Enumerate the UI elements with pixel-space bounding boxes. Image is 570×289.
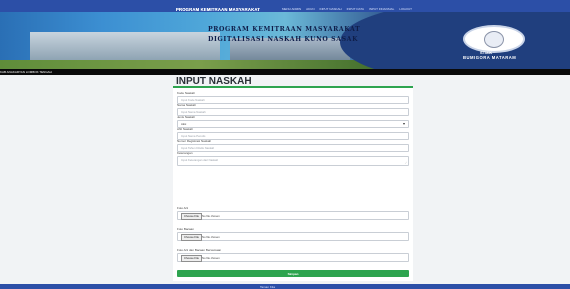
marquee-bar: KAB ANAKARYAN LOMBOK TENGAH bbox=[0, 69, 570, 75]
top-navbar-overlay: PROGRAM KEMITRAAN MASYARAKAT bbox=[0, 0, 570, 12]
foto-arti-file-status: No file chosen bbox=[202, 213, 220, 218]
foto-bacaan-file-input: Choose File No file chosen bbox=[177, 232, 409, 241]
foto-gabungan-file-input: Choose File No file chosen bbox=[177, 253, 409, 262]
simpan-button-label: Simpan bbox=[287, 271, 299, 276]
foto-bacaan-group: Foto Bacaan Choose File No file chosen bbox=[177, 227, 409, 241]
banner-title-line1: PROGRAM KEMITRAAN MASYARAKAT bbox=[208, 26, 361, 33]
kode-naskah-label: Kode Naskah bbox=[177, 91, 196, 95]
keterangan-label: Keterangan bbox=[177, 151, 193, 155]
simpan-button[interactable]: Simpan bbox=[177, 270, 409, 277]
keterangan-placeholder: Input Keterangan dari Naskah bbox=[181, 158, 219, 162]
foto-gabungan-file-status: No file chosen bbox=[202, 255, 220, 260]
nomor-registrasi-placeholder: Input Tahun Ditulis Naskah bbox=[181, 146, 215, 150]
chevron-down-icon: ▾ bbox=[402, 121, 405, 126]
building-image bbox=[30, 32, 220, 62]
jenis-naskah-label: Jenis Naskah bbox=[177, 115, 196, 119]
foto-gabungan-choose-file-button[interactable]: Choose File bbox=[181, 255, 202, 262]
nama-naskah-placeholder: Input Nama Naskah bbox=[181, 110, 206, 114]
marquee-text: KAB ANAKARYAN LOMBOK TENGAH bbox=[0, 69, 52, 74]
grass-strip bbox=[0, 60, 400, 69]
site-brand-overlay[interactable]: PROGRAM KEMITRAAN MASYARAKAT bbox=[176, 7, 260, 12]
footer-text: Taman Kita bbox=[260, 284, 276, 289]
header-banner: PROGRAM KEMITRAAN MASYARAKAT DIGITALISAS… bbox=[0, 12, 570, 69]
nama-naskah-label: Nama Naskah bbox=[177, 103, 197, 107]
foto-bacaan-choose-file-button[interactable]: Choose File bbox=[181, 234, 202, 241]
kode-naskah-placeholder: Input Kode Naskah bbox=[181, 98, 205, 102]
foto-bacaan-file-status: No file chosen bbox=[202, 234, 220, 239]
seal-icon bbox=[484, 31, 504, 48]
resize-grip-icon[interactable]: ⟋ bbox=[405, 161, 407, 165]
ahli-naskah-placeholder: Input Nama Penulis bbox=[181, 134, 206, 138]
keterangan-group: Keterangan Input Keterangan dari Naskah … bbox=[177, 151, 409, 166]
foto-arti-label: Foto Arti bbox=[177, 206, 189, 210]
input-naskah-form: Kode Naskah Input Kode Naskah Nama Naska… bbox=[173, 86, 413, 281]
foto-gabungan-label: Foto Arti dan Bacaan Bersamaan bbox=[177, 248, 222, 252]
foto-arti-file-input: Choose File No file chosen bbox=[177, 211, 409, 220]
ahli-naskah-label: Ahli Naskah bbox=[177, 127, 194, 131]
logo-caption-campus: BUMIGORA MATARAM bbox=[463, 55, 517, 60]
foto-arti-choose-file-button[interactable]: Choose File bbox=[181, 213, 202, 220]
banner-title-line2: DIGITALISASI NASKAH KUNO SASAK bbox=[208, 36, 359, 43]
keterangan-textarea[interactable]: Input Keterangan dari Naskah ⟋ bbox=[177, 156, 409, 166]
foto-arti-group: Foto Arti Choose File No file chosen bbox=[177, 206, 409, 220]
banner-wave bbox=[340, 12, 570, 69]
nomor-registrasi-label: Nomor Registrasi Naskah bbox=[177, 139, 212, 143]
foto-gabungan-group: Foto Arti dan Bacaan Bersamaan Choose Fi… bbox=[177, 248, 409, 262]
footer-bar: Taman Kita bbox=[0, 284, 570, 289]
jenis-naskah-value: Aksi bbox=[181, 122, 187, 126]
foto-bacaan-label: Foto Bacaan bbox=[177, 227, 195, 231]
campus-logo bbox=[463, 25, 525, 53]
